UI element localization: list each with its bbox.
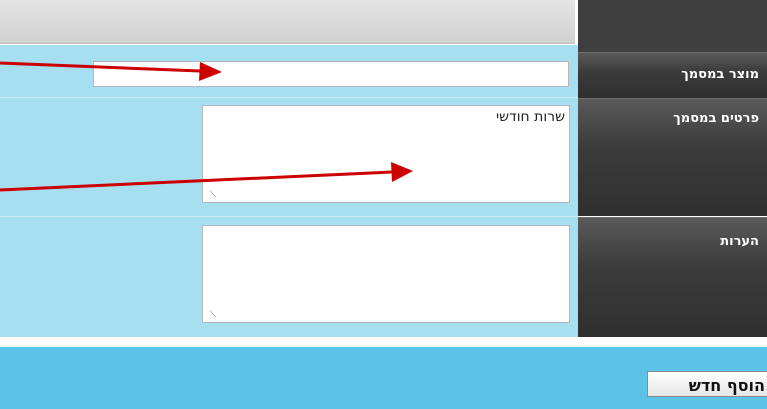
top-header-bar xyxy=(0,0,575,44)
notes-label: הערות xyxy=(720,234,759,249)
details-textarea[interactable]: שרות חודשי ⟋ xyxy=(202,105,570,203)
details-label-cell: פרטים במסמך xyxy=(578,98,767,216)
resize-grip-icon[interactable]: ⟋ xyxy=(206,190,216,200)
product-input[interactable] xyxy=(93,61,569,87)
notes-label-cell: הערות xyxy=(578,217,767,337)
product-label-cell: מוצר במסמך xyxy=(578,52,767,98)
notes-textarea[interactable]: ⟋ xyxy=(202,225,570,323)
spacer xyxy=(0,337,767,347)
product-label: מוצר במסמך xyxy=(681,67,759,82)
add-new-button[interactable]: הוסף חדש xyxy=(647,371,767,397)
details-textarea-value: שרות חודשי xyxy=(496,109,565,125)
top-label-column-header xyxy=(578,0,767,52)
row-divider xyxy=(0,216,578,217)
row-divider xyxy=(0,97,578,98)
resize-grip-icon[interactable]: ⟋ xyxy=(206,310,216,320)
details-label: פרטים במסמך xyxy=(673,111,759,126)
